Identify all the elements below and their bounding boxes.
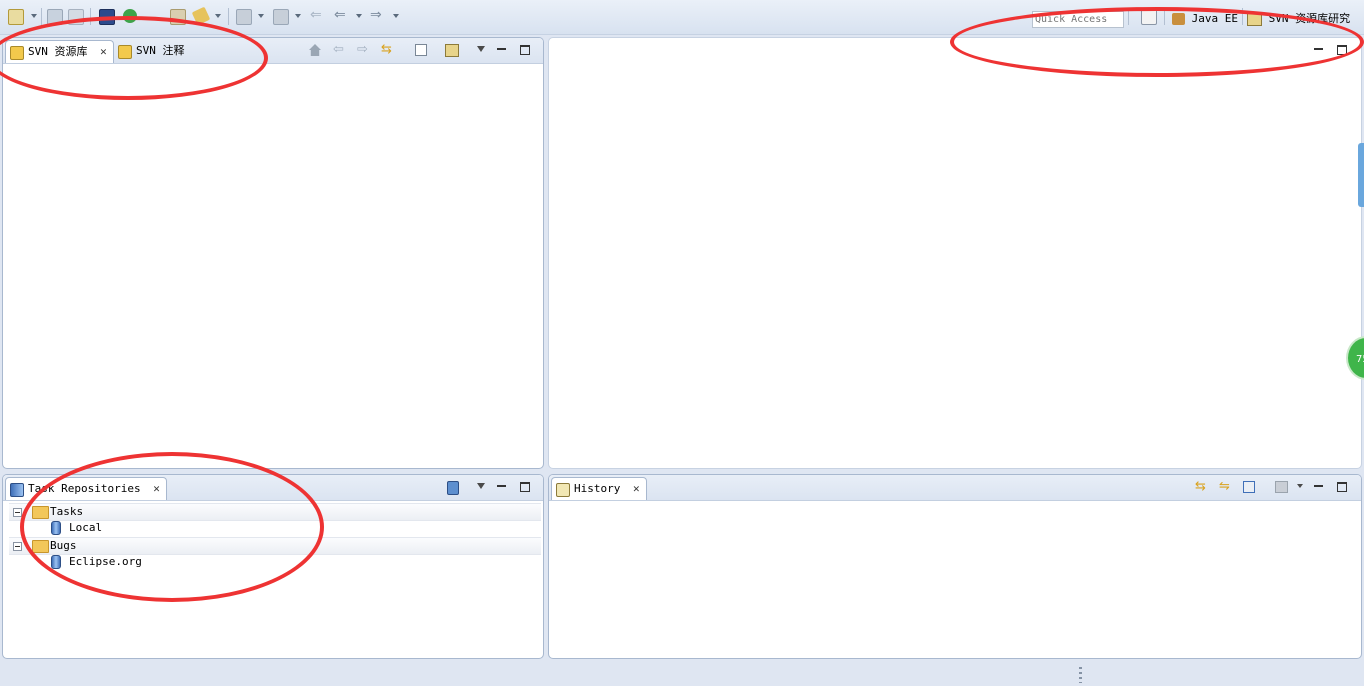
tab-label: History	[574, 482, 621, 495]
collapse-all-icon[interactable]	[415, 44, 427, 56]
previous-annotation-icon[interactable]	[273, 9, 289, 25]
editor-area	[548, 37, 1362, 469]
minimize-icon[interactable]	[497, 48, 506, 50]
back-dropdown-arrow-icon[interactable]	[356, 14, 362, 18]
pin-icon[interactable]	[1243, 481, 1255, 493]
tab-strip: History ✕ ⇆ ⇋	[549, 475, 1361, 501]
side-tab-indicator[interactable]	[1358, 143, 1364, 207]
close-icon[interactable]: ✕	[633, 478, 640, 500]
maximize-icon[interactable]	[1337, 482, 1347, 492]
annotation-ellipse	[0, 16, 268, 100]
collapse-toggle-icon[interactable]	[13, 542, 22, 551]
add-task-repository-icon[interactable]	[447, 481, 459, 495]
previous-annotation-arrow-icon[interactable]	[295, 14, 301, 18]
history-panel: History ✕ ⇆ ⇋	[548, 474, 1362, 659]
home-icon[interactable]	[309, 44, 321, 56]
next-annotation-arrow-icon[interactable]	[258, 14, 264, 18]
link-with-editor-icon[interactable]: ⇋	[1219, 480, 1231, 493]
compare-dropdown-arrow-icon[interactable]	[1297, 484, 1303, 488]
annotation-ellipse	[20, 452, 324, 602]
task-repositories-icon	[10, 483, 24, 497]
status-bar-drag-handle[interactable]	[1079, 667, 1082, 683]
tab-history[interactable]: History ✕	[551, 477, 647, 500]
minimize-icon[interactable]	[1314, 485, 1323, 487]
forward-icon[interactable]: ⇨	[357, 43, 369, 56]
minimize-icon[interactable]	[497, 485, 506, 487]
next-annotation-icon[interactable]	[236, 9, 252, 25]
svn-repository-panel: SVN 资源库 ✕ SVN 注释 ⇦ ⇨ ⇆	[2, 37, 544, 469]
compare-mode-icon[interactable]	[1275, 481, 1288, 493]
refresh-icon[interactable]: ⇆	[1195, 480, 1207, 493]
toolbar-separator	[41, 8, 42, 25]
new-repository-location-icon[interactable]	[445, 44, 459, 57]
forward-dropdown-arrow-icon[interactable]	[393, 14, 399, 18]
back-icon[interactable]: ⇦	[333, 43, 345, 56]
new-dropdown-arrow-icon[interactable]	[31, 14, 37, 18]
search-dropdown-arrow-icon[interactable]	[215, 14, 221, 18]
maximize-icon[interactable]	[520, 45, 530, 55]
new-wizard-icon[interactable]	[8, 9, 24, 25]
history-icon	[556, 483, 570, 497]
toolbar-separator	[228, 8, 229, 25]
view-menu-icon[interactable]	[477, 46, 485, 52]
refresh-icon[interactable]: ⇆	[381, 43, 393, 56]
last-edit-icon[interactable]: ⇐	[310, 8, 324, 23]
forward-icon[interactable]: ⇒	[370, 8, 384, 23]
badge-text: 75	[1356, 354, 1364, 365]
maximize-icon[interactable]	[520, 482, 530, 492]
view-menu-icon[interactable]	[477, 483, 485, 489]
back-icon[interactable]: ⇐	[334, 8, 348, 23]
annotation-ellipse	[950, 7, 1364, 77]
